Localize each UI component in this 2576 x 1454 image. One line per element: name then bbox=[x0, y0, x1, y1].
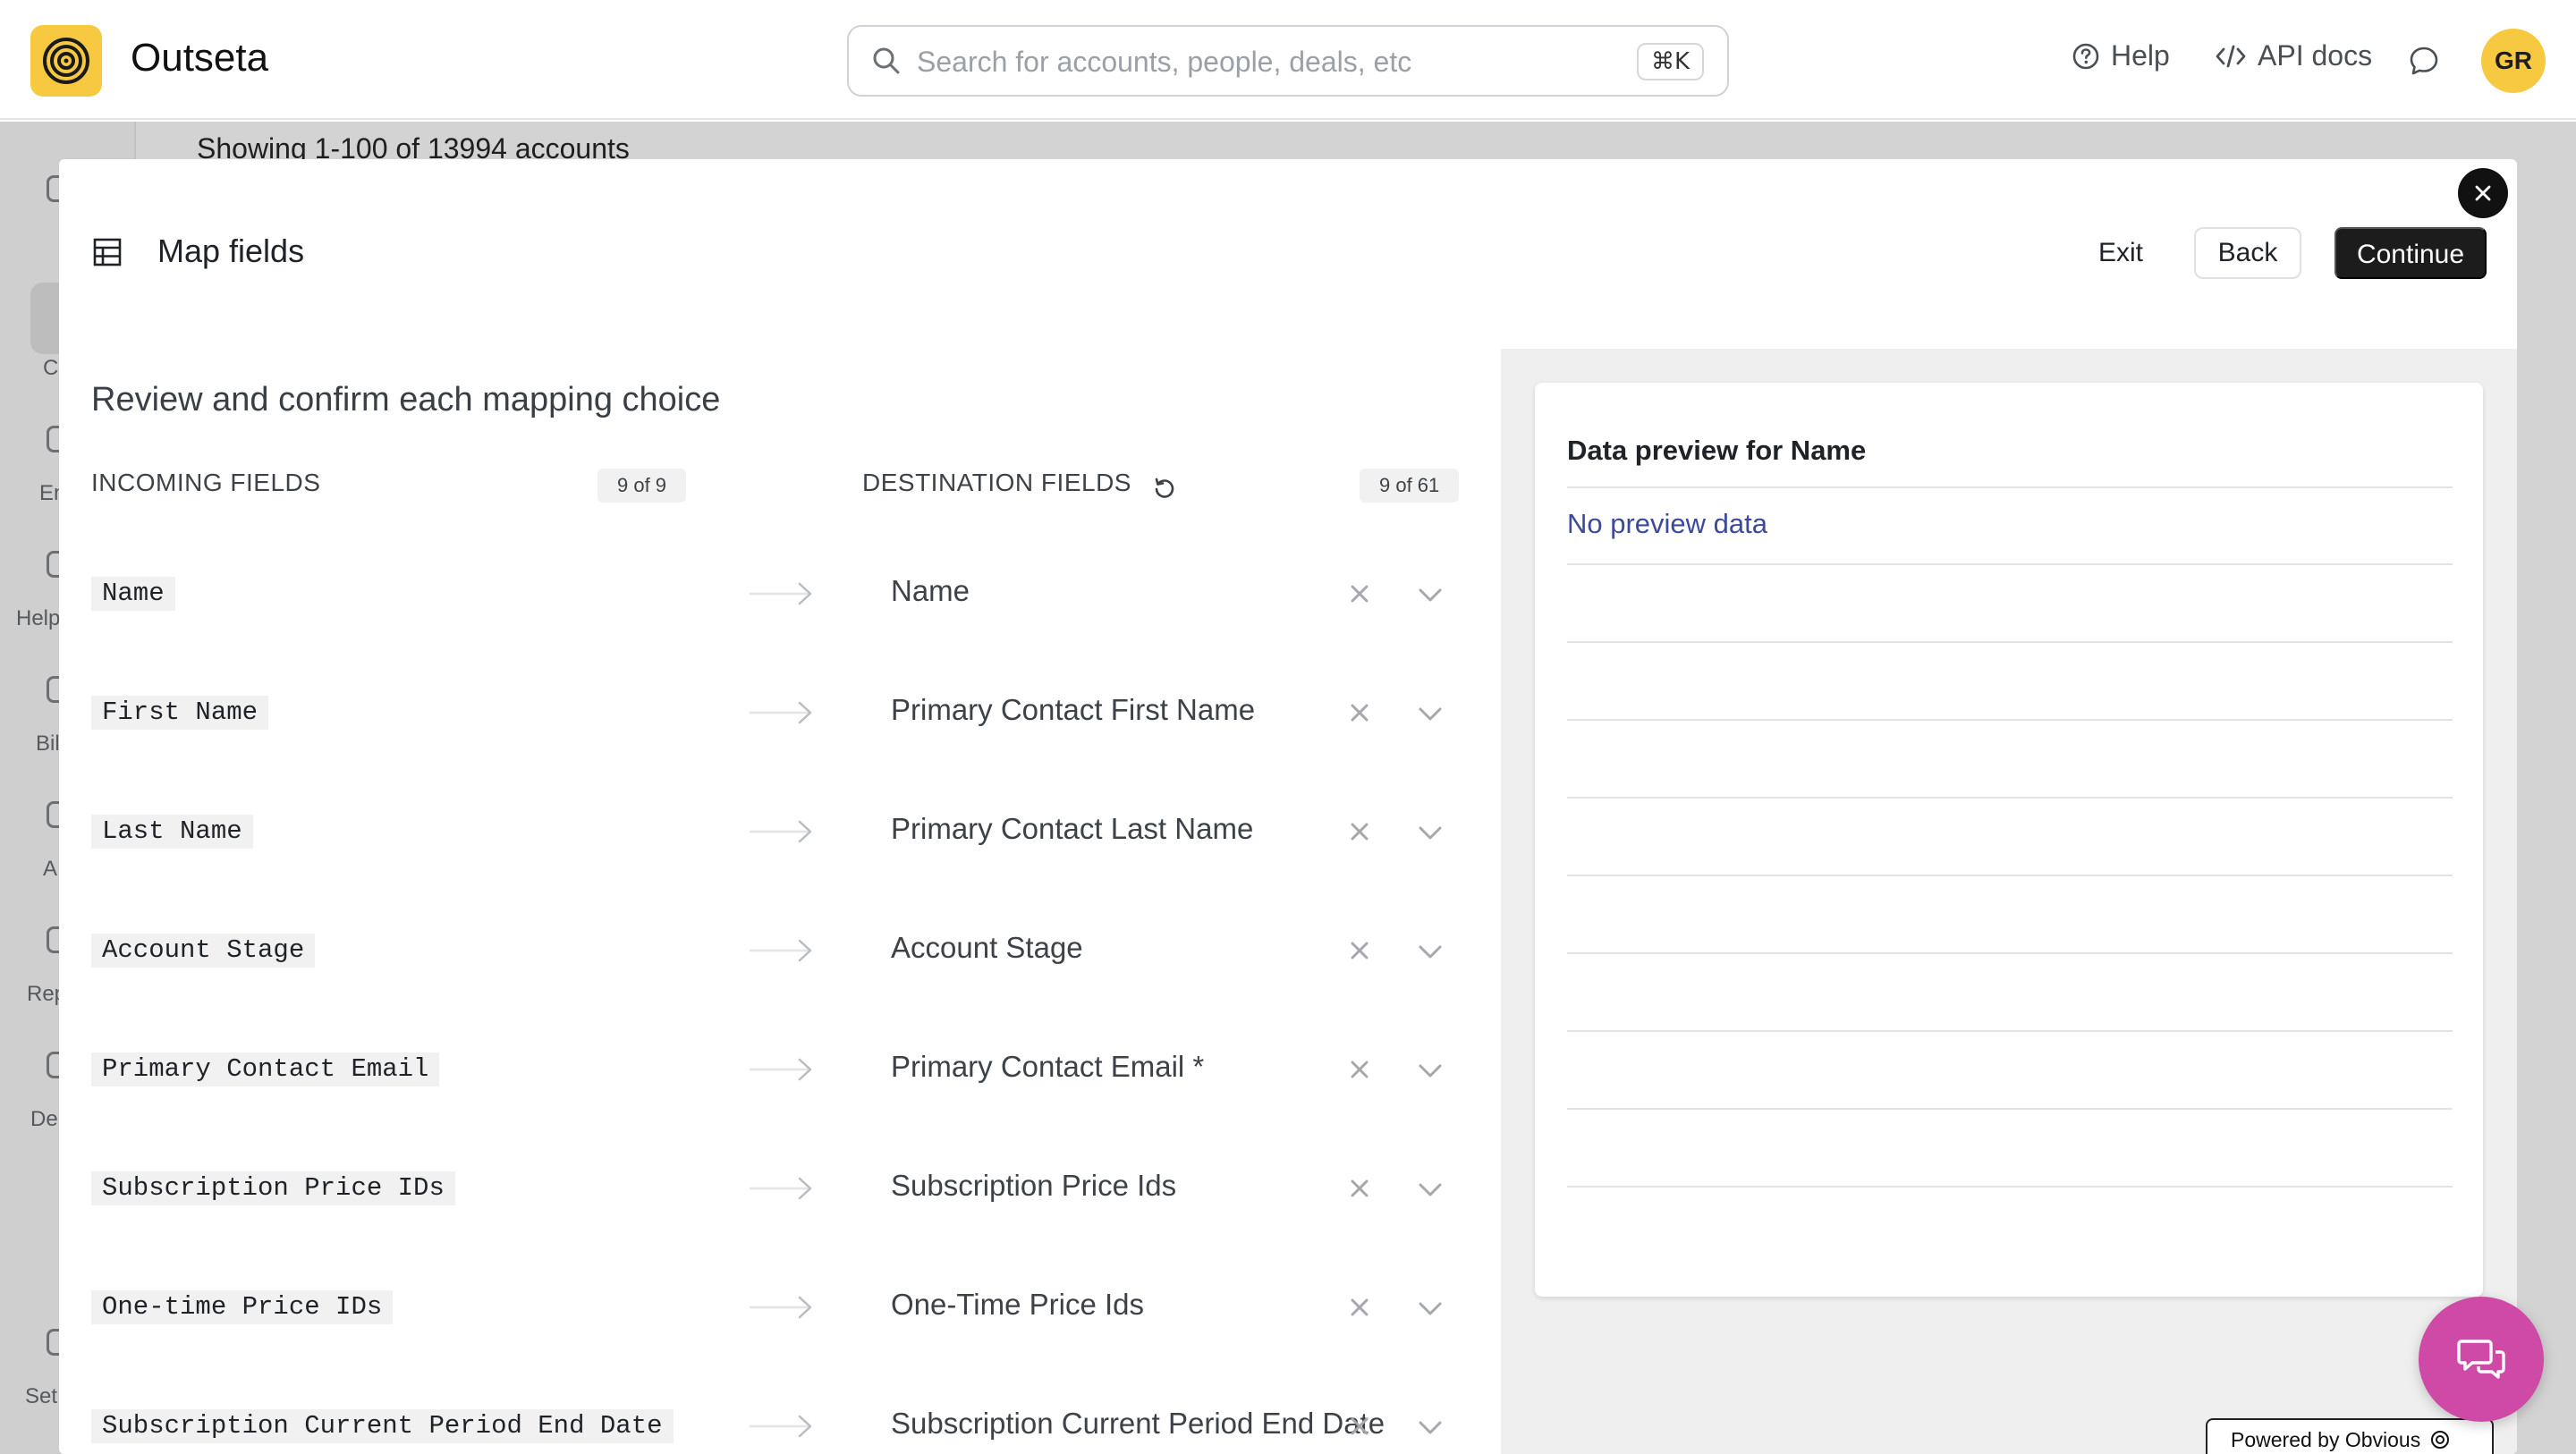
incoming-field-chip: Account Stage bbox=[91, 934, 316, 968]
preview-divider bbox=[1567, 797, 2453, 799]
mapping-row: Last Name Primary Contact Last Name bbox=[59, 792, 1501, 911]
chevron-down-icon[interactable] bbox=[1417, 1062, 1444, 1085]
arrow-right-icon bbox=[748, 698, 814, 731]
search-icon bbox=[870, 45, 902, 81]
clear-mapping-icon[interactable] bbox=[1347, 581, 1372, 611]
arrow-right-icon bbox=[748, 817, 814, 850]
preview-divider bbox=[1567, 563, 2453, 565]
preview-divider bbox=[1567, 719, 2453, 721]
mapping-row: Account Stage Account Stage bbox=[59, 911, 1501, 1030]
preview-divider bbox=[1567, 875, 2453, 876]
incoming-field-chip: One-time Price IDs bbox=[91, 1290, 394, 1324]
preview-divider bbox=[1567, 952, 2453, 954]
powered-by-badge[interactable]: Powered by Obvious bbox=[2206, 1418, 2494, 1454]
chevron-down-icon[interactable] bbox=[1417, 587, 1444, 609]
global-search[interactable]: ⌘K bbox=[847, 25, 1729, 97]
mapping-row: First Name Primary Contact First Name bbox=[59, 673, 1501, 792]
arrow-right-icon bbox=[748, 1412, 814, 1445]
incoming-field-chip: Primary Contact Email bbox=[91, 1052, 440, 1086]
clear-mapping-icon[interactable] bbox=[1347, 938, 1372, 968]
preview-divider bbox=[1567, 641, 2453, 643]
clear-mapping-icon[interactable] bbox=[1347, 819, 1372, 849]
search-shortcut-badge: ⌘K bbox=[1636, 43, 1704, 80]
code-icon bbox=[2216, 45, 2246, 67]
preview-divider bbox=[1567, 486, 2453, 488]
incoming-field-chip: First Name bbox=[91, 696, 269, 730]
destination-field-select[interactable]: Primary Contact Last Name bbox=[891, 812, 1392, 846]
preview-divider bbox=[1567, 1030, 2453, 1032]
preview-divider bbox=[1567, 1186, 2453, 1188]
mapping-row: Name Name bbox=[59, 554, 1501, 673]
table-icon bbox=[93, 238, 122, 271]
mapping-row: Subscription Current Period End Date Subs… bbox=[59, 1387, 1501, 1454]
mapping-row: One-time Price IDs One-Time Price Ids bbox=[59, 1268, 1501, 1387]
destination-field-select[interactable]: One-Time Price Ids bbox=[891, 1288, 1392, 1322]
continue-button[interactable]: Continue bbox=[2334, 227, 2487, 279]
arrow-right-icon bbox=[748, 936, 814, 969]
chat-bubble-icon[interactable] bbox=[2408, 45, 2440, 81]
clear-mapping-icon[interactable] bbox=[1347, 1295, 1372, 1324]
incoming-field-chip: Subscription Price IDs bbox=[91, 1171, 455, 1205]
mapping-row: Primary Contact Email Primary Contact Ema… bbox=[59, 1030, 1501, 1149]
clear-mapping-icon[interactable] bbox=[1347, 1414, 1372, 1443]
obvious-logo-icon bbox=[2431, 1431, 2450, 1449]
destination-fields-header: DESTINATION FIELDS bbox=[862, 469, 1131, 496]
destination-count-badge: 9 of 61 bbox=[1360, 469, 1460, 503]
close-modal-button[interactable] bbox=[2458, 168, 2508, 218]
powered-by-label: Powered by Obvious bbox=[2231, 1428, 2421, 1451]
help-circle-icon bbox=[2072, 43, 2099, 69]
mapping-pane: Review and confirm each mapping choice I… bbox=[59, 349, 1501, 1454]
api-docs-link-label: API docs bbox=[2258, 39, 2373, 72]
arrow-right-icon bbox=[748, 579, 814, 613]
preview-title: Data preview for Name bbox=[1567, 435, 1867, 466]
chevron-down-icon[interactable] bbox=[1417, 1300, 1444, 1323]
chevron-down-icon[interactable] bbox=[1417, 943, 1444, 966]
mapping-row: Subscription Price IDs Subscription Price… bbox=[59, 1149, 1501, 1268]
exit-button[interactable]: Exit bbox=[2079, 229, 2163, 277]
arrow-right-icon bbox=[748, 1055, 814, 1088]
data-preview-card: Data preview for Name No preview data bbox=[1535, 383, 2483, 1297]
help-link-label: Help bbox=[2111, 39, 2170, 72]
chat-widget-button[interactable] bbox=[2419, 1297, 2544, 1422]
clear-mapping-icon[interactable] bbox=[1347, 1176, 1372, 1205]
chevron-down-icon[interactable] bbox=[1417, 824, 1444, 847]
map-fields-modal: Map fields Exit Back Continue Review and… bbox=[59, 159, 2517, 1454]
incoming-fields-header: INCOMING FIELDS bbox=[91, 469, 321, 496]
reset-mapping-icon[interactable] bbox=[1152, 476, 1177, 505]
destination-field-select[interactable]: Account Stage bbox=[891, 931, 1392, 965]
app-name: Outseta bbox=[131, 36, 269, 80]
arrow-right-icon bbox=[748, 1293, 814, 1326]
chevron-down-icon[interactable] bbox=[1417, 1419, 1444, 1441]
chevron-down-icon[interactable] bbox=[1417, 706, 1444, 728]
destination-field-select[interactable]: Name bbox=[891, 574, 1392, 608]
incoming-field-chip: Name bbox=[91, 577, 175, 611]
user-avatar[interactable]: GR bbox=[2481, 29, 2546, 93]
chat-icon bbox=[2457, 1340, 2505, 1379]
review-heading: Review and confirm each mapping choice bbox=[91, 381, 721, 418]
incoming-count-badge: 9 of 9 bbox=[597, 469, 687, 503]
modal-title: Map fields bbox=[157, 232, 305, 269]
incoming-field-chip: Subscription Current Period End Date bbox=[91, 1409, 674, 1443]
preview-divider bbox=[1567, 1108, 2453, 1110]
search-input[interactable] bbox=[917, 39, 1597, 84]
chevron-down-icon[interactable] bbox=[1417, 1181, 1444, 1204]
arrow-right-icon bbox=[748, 1174, 814, 1207]
preview-empty-text: No preview data bbox=[1567, 508, 1768, 539]
back-button[interactable]: Back bbox=[2194, 227, 2301, 279]
modal-header: Map fields Exit Back Continue bbox=[59, 159, 2517, 349]
destination-field-select[interactable]: Subscription Price Ids bbox=[891, 1169, 1392, 1203]
help-link[interactable]: Help bbox=[2072, 39, 2170, 72]
api-docs-link[interactable]: API docs bbox=[2215, 39, 2372, 72]
destination-field-select[interactable]: Primary Contact First Name bbox=[891, 693, 1392, 727]
destination-field-select[interactable]: Subscription Current Period End Date bbox=[891, 1407, 1392, 1441]
outseta-logo-icon[interactable] bbox=[30, 25, 102, 97]
top-bar: Outseta ⌘K Help API docs GR bbox=[0, 0, 2576, 120]
incoming-field-chip: Last Name bbox=[91, 815, 253, 849]
destination-field-select[interactable]: Primary Contact Email * bbox=[891, 1050, 1392, 1084]
close-icon bbox=[2475, 185, 2491, 201]
preview-pane: Data preview for Name No preview data bbox=[1501, 349, 2517, 1454]
clear-mapping-icon[interactable] bbox=[1347, 700, 1372, 730]
clear-mapping-icon[interactable] bbox=[1347, 1057, 1372, 1086]
